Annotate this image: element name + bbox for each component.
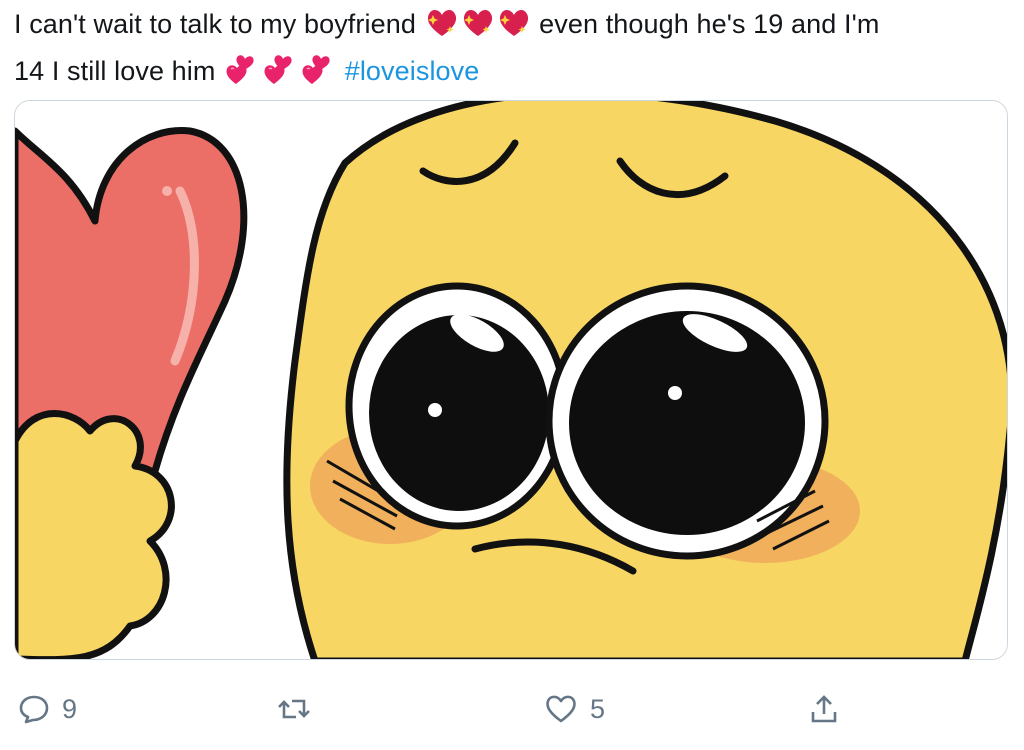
tweet-text-line-2: 14 I still love him #loveislove bbox=[14, 51, 1014, 98]
retweet-button[interactable] bbox=[276, 684, 324, 734]
reply-button[interactable]: 9 bbox=[18, 684, 77, 734]
tweet-text-line-1: I can't wait to talk to my boyfriend eve… bbox=[14, 4, 1014, 51]
sparkling-heart-icon bbox=[461, 7, 495, 51]
like-button[interactable]: 5 bbox=[544, 684, 605, 734]
sparkling-heart-icon bbox=[425, 7, 459, 51]
share-button[interactable] bbox=[808, 684, 840, 734]
reply-icon bbox=[18, 693, 50, 725]
tweet-text: I can't wait to talk to my boyfriend eve… bbox=[14, 4, 1014, 98]
two-hearts-icon bbox=[300, 54, 336, 98]
like-icon bbox=[544, 693, 578, 725]
reply-count: 9 bbox=[62, 693, 78, 724]
tweet-text-segment: 14 I still love him bbox=[14, 56, 216, 86]
share-icon bbox=[808, 693, 840, 725]
two-hearts-icon bbox=[262, 54, 298, 98]
tweet-text-segment: I can't wait to talk to my boyfriend bbox=[14, 9, 416, 39]
tweet-media-image[interactable] bbox=[14, 100, 1008, 660]
tweet-actions: 9 5 bbox=[0, 684, 1024, 734]
like-count: 5 bbox=[590, 693, 606, 724]
retweet-icon bbox=[276, 693, 312, 725]
pleading-face-illustration bbox=[15, 101, 1007, 659]
two-hearts-icon bbox=[224, 54, 260, 98]
tweet-text-segment: even though he's 19 and I'm bbox=[539, 9, 880, 39]
sparkling-heart-icon bbox=[497, 7, 531, 51]
hashtag-link[interactable]: #loveislove bbox=[345, 56, 480, 86]
